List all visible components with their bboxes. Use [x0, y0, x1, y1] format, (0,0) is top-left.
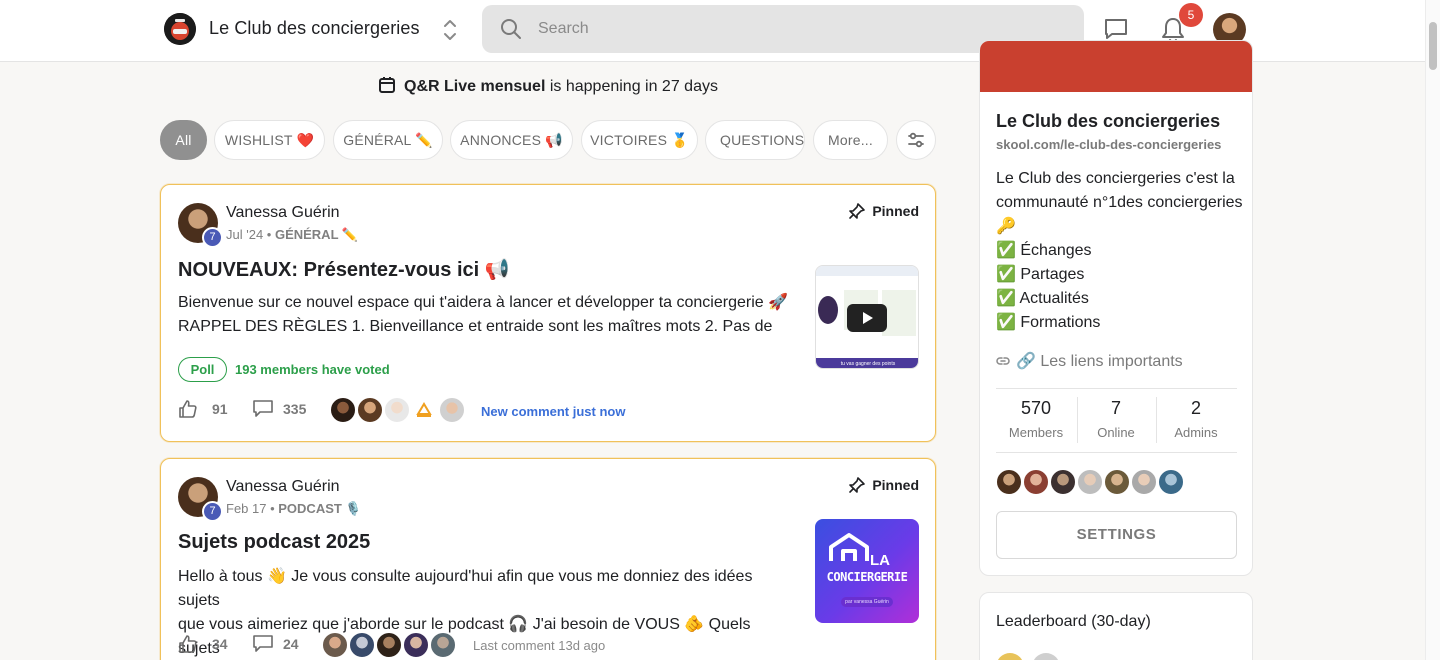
chevron-up-down-icon[interactable] [440, 17, 460, 43]
post-excerpt[interactable]: Bienvenue sur ce nouvel espace qui t'aid… [178, 291, 790, 339]
post-category[interactable]: PODCAST 🎙️ [278, 501, 361, 516]
upcoming-event-banner[interactable]: Q&R Live mensuel is happening in 27 days [160, 76, 936, 96]
chip-victoires[interactable]: VICTOIRES 🥇 [581, 120, 698, 160]
commenter-avatar[interactable] [330, 397, 356, 423]
leaderboard-title[interactable]: Leaderboard (30-day) [996, 613, 1151, 631]
scrollbar-thumb[interactable] [1429, 22, 1437, 70]
post-title[interactable]: Sujets podcast 2025 [178, 531, 370, 554]
commenter-avatar[interactable] [384, 397, 410, 423]
post-image-thumbnail[interactable]: LA CONCIERGERIE par vanessa Guérin [815, 519, 919, 623]
pinned-indicator: Pinned [848, 476, 919, 494]
commenter-avatar[interactable] [349, 632, 375, 658]
stat-online[interactable]: 7 Online [1076, 398, 1156, 440]
community-name: Le Club des conciergeries [996, 111, 1221, 131]
thumbs-up-icon [179, 635, 197, 653]
commenter-avatar[interactable] [403, 632, 429, 658]
comment-icon [253, 400, 273, 417]
community-info-card: Le Club des conciergeries skool.com/le-c… [979, 40, 1253, 576]
post-card[interactable]: 7 Vanessa Guérin Feb 17 • PODCAST 🎙️ Pin… [160, 458, 936, 660]
comment-count: 24 [283, 636, 299, 652]
post-video-thumbnail[interactable]: tu vas gagner des points [815, 265, 919, 369]
post-title[interactable]: NOUVEAUX: Présentez-vous ici 📢 [178, 257, 510, 282]
stat-admins[interactable]: 2 Admins [1156, 398, 1236, 440]
club-logo[interactable] [164, 13, 196, 45]
post-author[interactable]: Vanessa Guérin [226, 478, 340, 496]
play-icon[interactable] [847, 304, 887, 332]
comment-icon [253, 635, 273, 652]
commenter-avatar[interactable] [322, 632, 348, 658]
search-icon [501, 19, 521, 39]
commenter-avatar[interactable] [376, 632, 402, 658]
thumbs-up-icon [179, 400, 197, 418]
chip-general[interactable]: GÉNÉRAL ✏️ [333, 120, 443, 160]
commenter-avatar[interactable] [439, 397, 465, 423]
poll-badge[interactable]: Poll [178, 357, 227, 382]
member-avatar[interactable] [1104, 469, 1130, 495]
member-avatar[interactable] [1131, 469, 1157, 495]
stat-members[interactable]: 570 Members [996, 398, 1076, 440]
post-category[interactable]: GÉNÉRAL ✏️ [275, 227, 358, 242]
latest-activity: Last comment 13d ago [473, 638, 606, 653]
notification-badge[interactable]: 5 [1179, 3, 1203, 27]
commenter-avatar[interactable] [411, 397, 437, 423]
divider [996, 388, 1237, 389]
post-meta: Feb 17 • PODCAST 🎙️ [226, 501, 362, 516]
post-meta: Jul '24 • GÉNÉRAL ✏️ [226, 227, 359, 242]
level-badge: 7 [202, 227, 223, 248]
scrollbar-track[interactable] [1425, 0, 1440, 660]
event-countdown: is happening in 27 days [549, 78, 718, 95]
event-name: Q&R Live mensuel [404, 78, 546, 95]
settings-button[interactable]: SETTINGS [996, 511, 1237, 559]
like-count: 91 [212, 401, 228, 417]
level-badge: 7 [202, 501, 223, 522]
member-avatar[interactable] [996, 469, 1022, 495]
member-avatar[interactable] [1158, 469, 1184, 495]
commenter-avatar[interactable] [357, 397, 383, 423]
chip-more[interactable]: More... [813, 120, 888, 160]
leaderboard-avatar[interactable] [1032, 653, 1060, 660]
filter-settings-button[interactable] [896, 120, 936, 160]
sliders-icon [908, 132, 924, 148]
calendar-icon [379, 77, 396, 93]
community-description: Le Club des conciergeries c'est la commu… [996, 170, 1243, 331]
member-avatar[interactable] [1077, 469, 1103, 495]
latest-activity[interactable]: New comment just now [481, 404, 625, 419]
like-count: 34 [212, 636, 228, 652]
leaderboard-avatar[interactable] [996, 653, 1024, 660]
chip-wishlist[interactable]: WISHLIST ❤️ [214, 120, 325, 160]
pin-icon [849, 203, 866, 219]
chip-all[interactable]: All [160, 120, 207, 160]
post-card[interactable]: 7 Vanessa Guérin Jul '24 • GÉNÉRAL ✏️ Pi… [160, 184, 936, 442]
chip-annonces[interactable]: ANNONCES 📢 [450, 120, 573, 160]
member-avatar[interactable] [1050, 469, 1076, 495]
chip-questions[interactable]: QUESTIONS [705, 120, 805, 160]
cover-image [980, 41, 1252, 92]
link-icon [996, 357, 1010, 365]
comment-count: 335 [283, 401, 307, 417]
poll-vote-count[interactable]: 193 members have voted [235, 362, 390, 377]
divider [996, 452, 1237, 453]
member-avatar[interactable] [1023, 469, 1049, 495]
community-link[interactable]: 🔗 Les liens importants [996, 351, 1183, 371]
commenter-avatar[interactable] [430, 632, 456, 658]
leaderboard-card: Leaderboard (30-day) [979, 592, 1253, 660]
pin-icon [849, 477, 866, 493]
community-url[interactable]: skool.com/le-club-des-conciergeries [996, 137, 1221, 152]
post-author[interactable]: Vanessa Guérin [226, 204, 340, 222]
search-input[interactable] [538, 17, 1058, 41]
pinned-indicator: Pinned [848, 202, 919, 220]
club-name[interactable]: Le Club des conciergeries [209, 18, 420, 39]
